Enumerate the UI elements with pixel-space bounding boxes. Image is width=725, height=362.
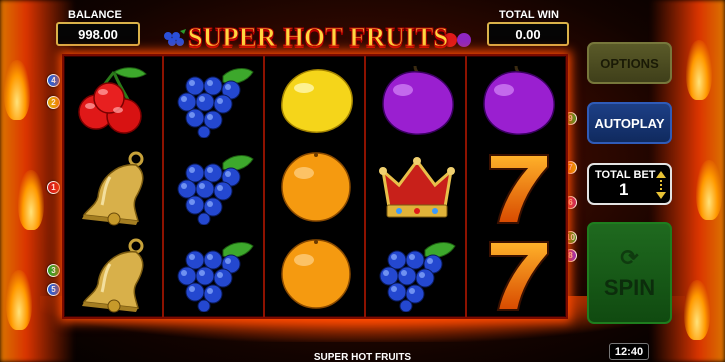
reel-1 <box>64 56 164 317</box>
reel-4 <box>367 56 467 317</box>
reel-window <box>62 54 568 319</box>
grapes-icon <box>367 230 467 317</box>
plum-icon <box>367 56 467 143</box>
options-button[interactable]: OPTIONS <box>587 42 672 84</box>
spin-label: SPIN <box>603 275 656 300</box>
total-bet-button[interactable]: TOTAL BET 1 <box>587 163 672 205</box>
balance-value: 998.00 <box>56 22 140 46</box>
payline-marker[interactable]: 1 <box>47 181 60 194</box>
lemon-icon <box>266 56 366 143</box>
reel-2 <box>165 56 265 317</box>
orange-icon <box>266 143 366 230</box>
spin-button[interactable]: ⟳ SPIN <box>587 222 672 324</box>
seven-icon <box>468 143 568 230</box>
flame-decoration <box>684 280 710 340</box>
seven-icon <box>468 230 568 317</box>
total-win-value: 0.00 <box>487 22 569 46</box>
game-stage: BALANCE 998.00 TOTAL WIN 0.00 SUPER HOT … <box>0 0 725 362</box>
reel-3 <box>266 56 366 317</box>
grapes-icon <box>164 29 186 46</box>
grapes-icon <box>165 230 265 317</box>
crown-icon <box>367 143 467 230</box>
plum-icon <box>468 56 568 143</box>
grapes-icon <box>165 143 265 230</box>
game-title: SUPER HOT FRUITS <box>187 21 449 52</box>
payline-marker[interactable]: 4 <box>47 74 60 87</box>
autoplay-button[interactable]: AUTOPLAY <box>587 102 672 144</box>
cherry-icon <box>64 56 164 143</box>
flame-decoration <box>4 60 30 120</box>
bet-stepper-icon[interactable] <box>656 171 666 199</box>
orange-icon <box>266 230 366 317</box>
payline-marker[interactable]: 5 <box>47 283 60 296</box>
flame-decoration <box>696 160 722 220</box>
payline-marker[interactable]: 2 <box>47 96 60 109</box>
flame-decoration <box>18 170 44 230</box>
reel-5 <box>468 56 568 317</box>
grapes-icon <box>165 56 265 143</box>
clock: 12:40 <box>609 343 649 360</box>
flame-decoration <box>6 270 32 330</box>
balance-label: BALANCE <box>68 9 122 21</box>
payline-marker[interactable]: 3 <box>47 264 60 277</box>
flame-decoration <box>686 40 712 100</box>
bell-icon <box>64 143 164 230</box>
refresh-icon: ⟳ <box>620 245 639 270</box>
bell-icon <box>64 230 164 317</box>
total-win-label: TOTAL WIN <box>499 9 559 21</box>
total-bet-value: 1 <box>619 180 629 199</box>
